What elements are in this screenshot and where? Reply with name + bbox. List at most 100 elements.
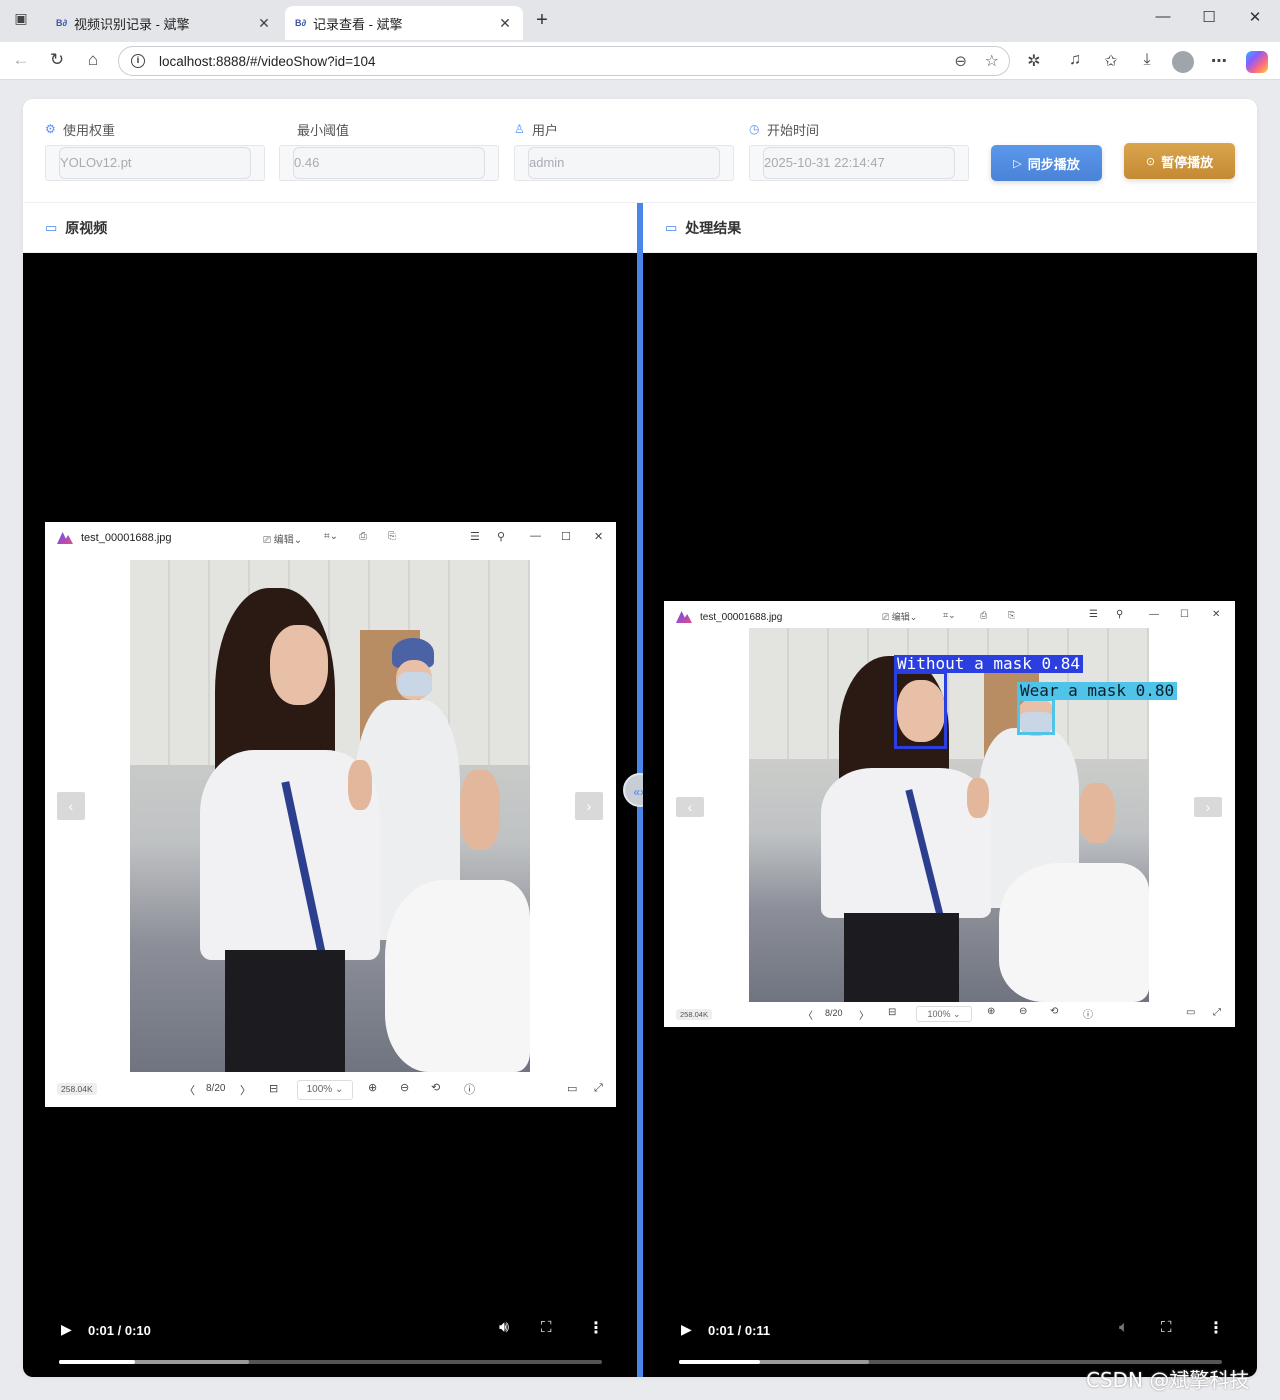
- close-tab-icon[interactable]: ✕: [497, 15, 513, 32]
- play-icon[interactable]: ▶: [681, 1321, 692, 1338]
- viewer-logo-icon: [57, 532, 73, 544]
- zoom-in-icon: ⊕: [987, 1006, 996, 1017]
- play-icon[interactable]: ▶: [61, 1321, 72, 1338]
- back-icon[interactable]: ←: [10, 50, 32, 70]
- user-icon: ♙: [514, 122, 525, 136]
- viewer-menu-icon: ☰: [470, 531, 480, 543]
- pin-icon: ⚲: [1116, 609, 1124, 620]
- new-tab-icon[interactable]: +: [531, 9, 553, 32]
- detection-box-mask: [1017, 698, 1055, 735]
- copilot-icon[interactable]: [1246, 51, 1268, 73]
- fullscreen-icon: ⤢: [1213, 1007, 1221, 1018]
- volume-icon[interactable]: 🔈︎: [1119, 1319, 1129, 1337]
- photo: [130, 560, 530, 1072]
- original-video-controls: ▶ 0:01 / 0:10 🔊︎ ⛶ ⋮: [23, 1301, 637, 1377]
- play-circle-icon: ▷: [1013, 157, 1022, 170]
- info-icon: ⓘ: [464, 1084, 475, 1096]
- image-viewer-frame: test_00001688.jpg ⎚ 编辑⌄ ⌗⌄ ⎙ ⎘ ☰ ⚲ — ☐ ✕: [664, 601, 1235, 1027]
- zoom-out-icon: ⊖: [1019, 1006, 1028, 1017]
- volume-icon[interactable]: 🔊︎: [499, 1319, 509, 1337]
- more-options-icon[interactable]: ⋮: [588, 1318, 604, 1338]
- fit-icon: ⊟: [888, 1007, 897, 1018]
- reload-icon[interactable]: ↻: [46, 50, 68, 70]
- rotate-icon: ⟲: [431, 1082, 441, 1094]
- tab-video-records[interactable]: B∂ 视频识别记录 - 斌擎 ✕: [46, 6, 282, 40]
- url-field[interactable]: i localhost:8888/#/videoShow?id=104 ⊖ ☆: [118, 46, 1010, 76]
- result-video-header: ▭ 处理结果: [643, 203, 1257, 253]
- page-indicator: 8/20: [825, 1008, 843, 1018]
- rotate-icon: ⟲: [1050, 1006, 1059, 1017]
- video-seek-bar[interactable]: [59, 1360, 602, 1364]
- print-icon: ⎙: [359, 531, 367, 542]
- weight-field: ⚙ 使用权重 YOLOv12.pt: [45, 121, 265, 181]
- viewer-close-icon: ✕: [594, 531, 604, 543]
- threshold-label: 最小阈值: [297, 122, 350, 138]
- gear-icon: ⚙: [45, 122, 56, 136]
- favicon-icon: B∂: [56, 18, 67, 28]
- crop-icon: ⌗⌄: [324, 531, 339, 542]
- pin-icon: ⚲: [497, 531, 506, 543]
- favorites-icon[interactable]: ✩: [1100, 51, 1122, 71]
- minimize-icon[interactable]: —: [1152, 8, 1174, 25]
- pause-play-button[interactable]: ⊙ 暂停播放: [1124, 143, 1235, 179]
- threshold-value: 0.46: [294, 155, 320, 170]
- share-icon: ⎘: [388, 531, 396, 542]
- user-value: admin: [529, 155, 565, 170]
- viewer-minimize-icon: —: [530, 530, 541, 542]
- more-menu-icon[interactable]: ⋯: [1208, 51, 1230, 71]
- profile-avatar[interactable]: [1172, 51, 1194, 73]
- tab-record-view[interactable]: B∂ 记录查看 - 斌擎 ✕: [285, 6, 523, 40]
- zoom-select: 100% ⌄: [297, 1080, 353, 1100]
- site-info-icon[interactable]: i: [131, 54, 145, 68]
- start-time-input: 2025-10-31 22:14:47: [763, 147, 955, 179]
- record-view-card: ⚙ 使用权重 YOLOv12.pt 最小阈值 0.46 ♙ 用户 admin ◷ 开始…: [23, 99, 1257, 1377]
- user-field: ♙ 用户 admin: [514, 121, 734, 181]
- favorite-star-icon[interactable]: ☆: [985, 51, 999, 71]
- more-options-icon[interactable]: ⋮: [1208, 1318, 1224, 1338]
- viewer-maximize-icon: ☐: [561, 531, 571, 543]
- viewer-edit-tool: ⎚ 编辑⌄: [263, 535, 303, 546]
- file-size-badge: 258.04K: [676, 1009, 712, 1020]
- viewer-filename: test_00001688.jpg: [81, 532, 172, 544]
- home-icon[interactable]: ⌂: [82, 50, 104, 70]
- sync-play-button[interactable]: ▷ 同步播放: [991, 145, 1102, 181]
- chevron-left-icon: 〈: [184, 1085, 195, 1097]
- close-tab-icon[interactable]: ✕: [256, 15, 272, 32]
- thumbnail-icon: ▭: [567, 1083, 578, 1095]
- maximize-icon[interactable]: ☐: [1198, 8, 1220, 26]
- progress-bar: [59, 1360, 136, 1364]
- close-window-icon[interactable]: ✕: [1244, 8, 1266, 26]
- file-size-badge: 258.04K: [57, 1083, 97, 1095]
- performance-icon[interactable]: ♫: [1064, 51, 1086, 69]
- start-time-field: ◷ 开始时间 2025-10-31 22:14:47: [749, 121, 969, 181]
- fullscreen-icon[interactable]: ⛶: [541, 1319, 552, 1336]
- detection-label-no-mask: Without a mask 0.84: [894, 655, 1084, 673]
- zoom-out-icon: ⊖: [400, 1082, 410, 1094]
- weight-input: YOLOv12.pt: [59, 147, 251, 179]
- video-time: 0:01 / 0:10: [88, 1323, 151, 1338]
- chevron-right-icon: 〉: [859, 1011, 869, 1022]
- pause-play-label: 暂停播放: [1161, 154, 1214, 170]
- viewer-maximize-icon: ☐: [1180, 609, 1189, 620]
- download-icon[interactable]: ⤓: [1136, 51, 1158, 69]
- zoom-icon[interactable]: ⊖: [954, 52, 967, 70]
- fullscreen-icon[interactable]: ⛶: [1161, 1319, 1172, 1336]
- user-label: 用户: [532, 122, 559, 138]
- viewer-next-button: ›: [1194, 797, 1222, 817]
- extensions-icon[interactable]: ✲: [1023, 51, 1045, 71]
- chevron-left-icon: 〈: [803, 1011, 813, 1022]
- viewer-close-icon: ✕: [1212, 609, 1221, 620]
- original-video-player[interactable]: test_00001688.jpg ⎚ 编辑⌄ ⌗⌄ ⎙ ⎘ ☰ ⚲ — ☐ ✕: [23, 253, 637, 1377]
- original-video-header: ▭ 原视频: [23, 203, 637, 253]
- threshold-field: 最小阈值 0.46: [279, 121, 499, 181]
- tab-title: 记录查看 - 斌擎: [313, 16, 403, 32]
- monitor-icon: ▭: [665, 219, 678, 235]
- record-info-form: ⚙ 使用权重 YOLOv12.pt 最小阈值 0.46 ♙ 用户 admin ◷ 开始…: [23, 99, 1257, 203]
- tab-actions-icon[interactable]: ▣: [10, 10, 32, 27]
- result-video-player[interactable]: test_00001688.jpg ⎚ 编辑⌄ ⌗⌄ ⎙ ⎘ ☰ ⚲ — ☐ ✕: [643, 253, 1257, 1377]
- video-camera-icon: ▭: [45, 219, 58, 235]
- original-video-title: 原视频: [65, 219, 108, 236]
- viewer-prev-button: ‹: [57, 792, 85, 820]
- share-icon: ⎘: [1008, 610, 1016, 620]
- csdn-watermark: CSDN @斌擎科技: [1086, 1368, 1250, 1392]
